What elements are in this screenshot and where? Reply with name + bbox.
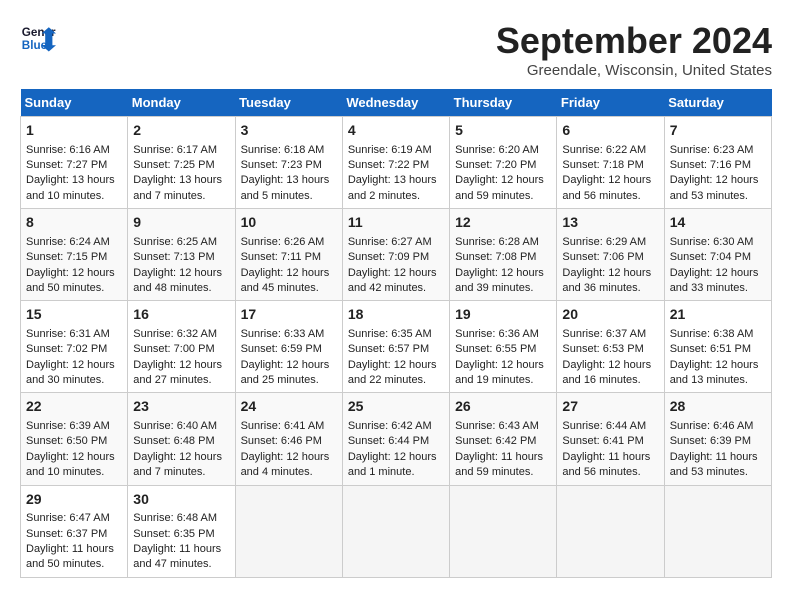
day-number: 28 [670,397,766,417]
calendar-day-cell: 18Sunrise: 6:35 AMSunset: 6:57 PMDayligh… [342,301,449,393]
calendar-table: SundayMondayTuesdayWednesdayThursdayFrid… [20,89,772,578]
calendar-day-cell [557,485,664,577]
page-header: General Blue September 2024 Greendale, W… [20,20,772,79]
calendar-day-cell: 8Sunrise: 6:24 AMSunset: 7:15 PMDaylight… [21,209,128,301]
day-number: 23 [133,397,229,417]
day-number: 26 [455,397,551,417]
day-number: 18 [348,305,444,325]
calendar-day-cell: 12Sunrise: 6:28 AMSunset: 7:08 PMDayligh… [450,209,557,301]
calendar-day-cell: 23Sunrise: 6:40 AMSunset: 6:48 PMDayligh… [128,393,235,485]
day-number: 4 [348,121,444,141]
day-number: 7 [670,121,766,141]
weekday-header: Tuesday [235,89,342,117]
calendar-day-cell [450,485,557,577]
calendar-day-cell: 27Sunrise: 6:44 AMSunset: 6:41 PMDayligh… [557,393,664,485]
day-number: 11 [348,213,444,233]
calendar-day-cell: 14Sunrise: 6:30 AMSunset: 7:04 PMDayligh… [664,209,771,301]
calendar-day-cell: 7Sunrise: 6:23 AMSunset: 7:16 PMDaylight… [664,117,771,209]
calendar-day-cell: 26Sunrise: 6:43 AMSunset: 6:42 PMDayligh… [450,393,557,485]
day-number: 25 [348,397,444,417]
calendar-day-cell: 10Sunrise: 6:26 AMSunset: 7:11 PMDayligh… [235,209,342,301]
logo-icon: General Blue [20,20,56,56]
calendar-day-cell: 20Sunrise: 6:37 AMSunset: 6:53 PMDayligh… [557,301,664,393]
day-number: 10 [241,213,337,233]
day-number: 8 [26,213,122,233]
calendar-day-cell: 1Sunrise: 6:16 AMSunset: 7:27 PMDaylight… [21,117,128,209]
day-number: 9 [133,213,229,233]
weekday-header-row: SundayMondayTuesdayWednesdayThursdayFrid… [21,89,772,117]
calendar-week-row: 29Sunrise: 6:47 AMSunset: 6:37 PMDayligh… [21,485,772,577]
calendar-day-cell: 6Sunrise: 6:22 AMSunset: 7:18 PMDaylight… [557,117,664,209]
calendar-day-cell: 22Sunrise: 6:39 AMSunset: 6:50 PMDayligh… [21,393,128,485]
calendar-day-cell: 13Sunrise: 6:29 AMSunset: 7:06 PMDayligh… [557,209,664,301]
day-number: 12 [455,213,551,233]
weekday-header: Saturday [664,89,771,117]
day-number: 1 [26,121,122,141]
calendar-week-row: 15Sunrise: 6:31 AMSunset: 7:02 PMDayligh… [21,301,772,393]
day-number: 19 [455,305,551,325]
title-block: September 2024 Greendale, Wisconsin, Uni… [496,20,772,79]
month-title: September 2024 [496,20,772,62]
weekday-header: Monday [128,89,235,117]
calendar-day-cell: 3Sunrise: 6:18 AMSunset: 7:23 PMDaylight… [235,117,342,209]
calendar-day-cell: 15Sunrise: 6:31 AMSunset: 7:02 PMDayligh… [21,301,128,393]
calendar-day-cell: 24Sunrise: 6:41 AMSunset: 6:46 PMDayligh… [235,393,342,485]
calendar-day-cell: 5Sunrise: 6:20 AMSunset: 7:20 PMDaylight… [450,117,557,209]
day-number: 20 [562,305,658,325]
calendar-week-row: 1Sunrise: 6:16 AMSunset: 7:27 PMDaylight… [21,117,772,209]
calendar-day-cell: 29Sunrise: 6:47 AMSunset: 6:37 PMDayligh… [21,485,128,577]
weekday-header: Thursday [450,89,557,117]
day-number: 21 [670,305,766,325]
day-number: 24 [241,397,337,417]
calendar-day-cell: 19Sunrise: 6:36 AMSunset: 6:55 PMDayligh… [450,301,557,393]
day-number: 15 [26,305,122,325]
day-number: 13 [562,213,658,233]
calendar-week-row: 8Sunrise: 6:24 AMSunset: 7:15 PMDaylight… [21,209,772,301]
calendar-day-cell [664,485,771,577]
calendar-day-cell: 4Sunrise: 6:19 AMSunset: 7:22 PMDaylight… [342,117,449,209]
day-number: 17 [241,305,337,325]
calendar-day-cell [235,485,342,577]
calendar-day-cell: 9Sunrise: 6:25 AMSunset: 7:13 PMDaylight… [128,209,235,301]
calendar-day-cell: 2Sunrise: 6:17 AMSunset: 7:25 PMDaylight… [128,117,235,209]
calendar-day-cell: 30Sunrise: 6:48 AMSunset: 6:35 PMDayligh… [128,485,235,577]
day-number: 16 [133,305,229,325]
day-number: 5 [455,121,551,141]
day-number: 6 [562,121,658,141]
calendar-day-cell: 21Sunrise: 6:38 AMSunset: 6:51 PMDayligh… [664,301,771,393]
calendar-week-row: 22Sunrise: 6:39 AMSunset: 6:50 PMDayligh… [21,393,772,485]
calendar-day-cell: 25Sunrise: 6:42 AMSunset: 6:44 PMDayligh… [342,393,449,485]
weekday-header: Friday [557,89,664,117]
day-number: 30 [133,490,229,510]
day-number: 22 [26,397,122,417]
location: Greendale, Wisconsin, United States [496,62,772,79]
calendar-day-cell: 11Sunrise: 6:27 AMSunset: 7:09 PMDayligh… [342,209,449,301]
day-number: 2 [133,121,229,141]
day-number: 14 [670,213,766,233]
day-number: 29 [26,490,122,510]
calendar-day-cell: 17Sunrise: 6:33 AMSunset: 6:59 PMDayligh… [235,301,342,393]
day-number: 3 [241,121,337,141]
day-number: 27 [562,397,658,417]
weekday-header: Sunday [21,89,128,117]
calendar-day-cell: 28Sunrise: 6:46 AMSunset: 6:39 PMDayligh… [664,393,771,485]
weekday-header: Wednesday [342,89,449,117]
calendar-day-cell: 16Sunrise: 6:32 AMSunset: 7:00 PMDayligh… [128,301,235,393]
logo: General Blue [20,20,56,56]
calendar-day-cell [342,485,449,577]
